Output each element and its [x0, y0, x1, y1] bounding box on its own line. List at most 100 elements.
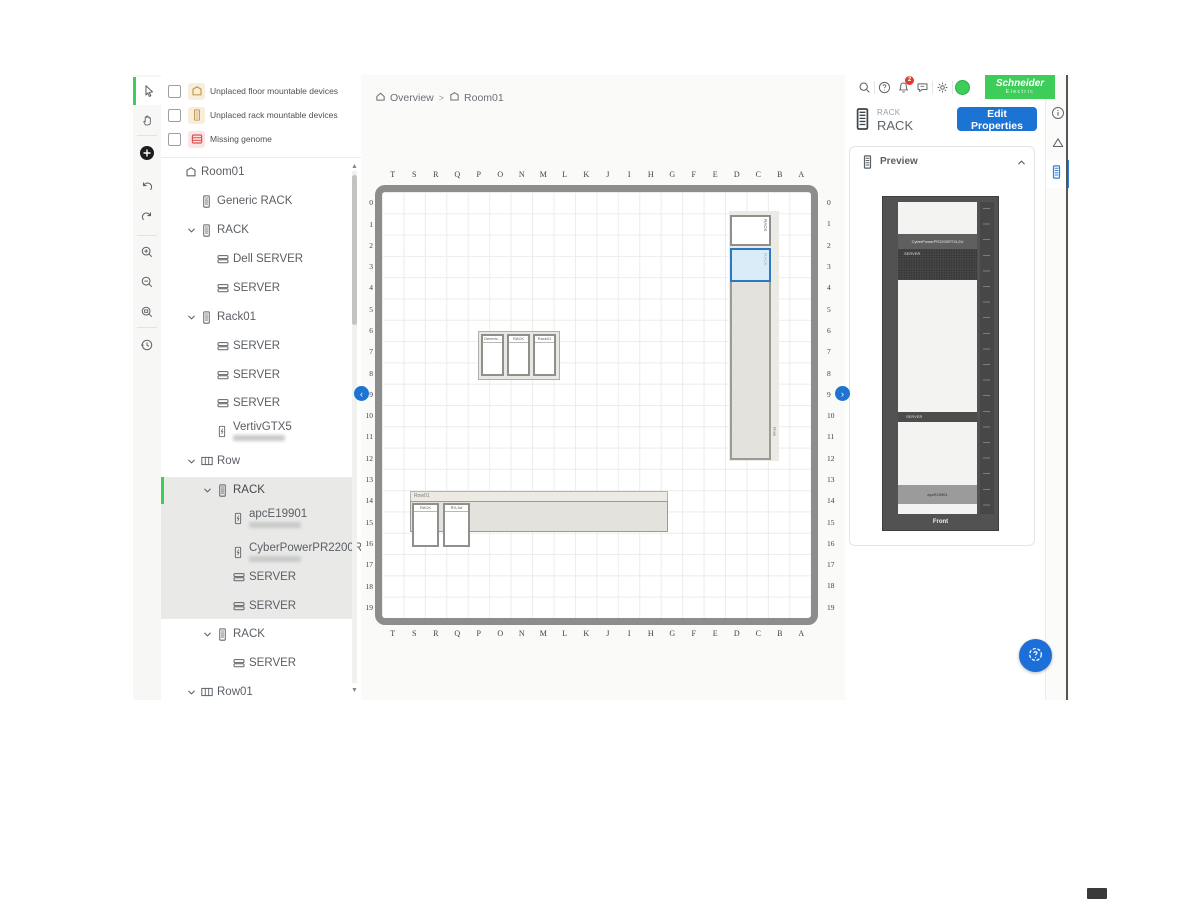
server-icon — [233, 600, 249, 612]
rack-group-object[interactable]: Generic...RACKRack01 — [478, 331, 560, 380]
bottom-row-title[interactable]: Row01 — [410, 491, 668, 501]
redo-icon — [140, 209, 154, 223]
row-label: 7 — [362, 341, 373, 362]
row-label: 3 — [827, 256, 841, 277]
zoom-out-button[interactable] — [133, 268, 161, 296]
row-label: 5 — [827, 298, 841, 319]
tree-item-server[interactable]: SERVER — [161, 593, 362, 619]
tree-item-label: SERVER — [233, 397, 280, 409]
tree-item-rack[interactable]: RACK — [161, 477, 362, 503]
account-button[interactable] — [953, 75, 972, 99]
rail-divider — [137, 235, 157, 236]
chevron-down-icon[interactable] — [202, 629, 217, 640]
inspector-panel: RACK RACK Edit Properties Preview CyberP… — [845, 75, 1045, 700]
rack-icon — [217, 628, 233, 641]
edit-properties-button[interactable]: Edit Properties — [957, 107, 1037, 131]
row-icon — [201, 455, 217, 467]
avatar — [955, 80, 970, 95]
tree-item-generic-rack[interactable]: Generic RACK — [161, 188, 362, 214]
breadcrumb-overview[interactable]: Overview — [390, 92, 434, 104]
row-body-object[interactable] — [730, 282, 771, 460]
chevron-down-icon[interactable] — [186, 312, 201, 323]
rack-object-rack01[interactable]: Rack01 — [533, 334, 556, 376]
assistant-fab[interactable] — [1019, 639, 1052, 672]
scrollbar-down-arrow[interactable]: ▼ — [350, 686, 359, 695]
tree-item-row[interactable]: Row — [161, 448, 362, 474]
notifications-button[interactable]: 2 — [894, 75, 913, 99]
row-label: 13 — [362, 469, 373, 490]
tree-item-server[interactable]: SERVER — [161, 650, 362, 676]
rack-object-rack[interactable]: RACK — [507, 334, 530, 376]
add-tool-button[interactable] — [133, 139, 161, 167]
column-label: G — [662, 170, 684, 182]
column-label: K — [576, 629, 598, 641]
preview-device-cyberpower[interactable]: CyberPowerPR2200RTXL2U — [898, 234, 977, 249]
cursor-icon — [142, 84, 156, 98]
collapse-inspector-arrow[interactable]: › — [835, 386, 850, 401]
tree-item-label: SERVER — [233, 282, 280, 294]
tree-item-server[interactable]: SERVER — [161, 275, 362, 301]
row-labels-right: 012345678910111213141516171819 — [827, 192, 841, 618]
chevron-up-icon[interactable] — [1016, 155, 1027, 173]
scrollbar-up-arrow[interactable]: ▲ — [350, 162, 359, 171]
settings-button[interactable] — [933, 75, 952, 99]
tree-item-vertivgtx5[interactable]: VertivGTX5 — [161, 414, 362, 448]
tree-item-server[interactable]: SERVER — [161, 333, 362, 359]
tree-item-server[interactable]: SERVER — [161, 564, 362, 590]
filter-item-missing-genome[interactable]: Missing genome — [161, 127, 361, 151]
row-label: 6 — [362, 320, 373, 341]
rack-object[interactable]: RACK — [730, 215, 771, 246]
preview-device-server[interactable]: SERVER — [898, 412, 977, 422]
preview-device-apc[interactable]: apcE19901 — [898, 485, 977, 504]
feedback-button[interactable] — [913, 75, 932, 99]
zoom-fit-button[interactable] — [133, 298, 161, 326]
tree-item-room01[interactable]: Room01 — [161, 159, 362, 185]
column-label: C — [748, 170, 770, 182]
chevron-down-icon[interactable] — [186, 687, 201, 698]
select-tool-button[interactable] — [133, 77, 161, 105]
chevron-down-icon[interactable] — [186, 225, 201, 236]
filter-item-unplaced-rack-mountable-devices[interactable]: Unplaced rack mountable devices — [161, 103, 361, 127]
rack-object-rv-jsf[interactable]: RV-Jsf — [443, 503, 470, 547]
tree-item-dell-server[interactable]: Dell SERVER — [161, 246, 362, 272]
filter-checkbox[interactable] — [168, 85, 181, 98]
tree-item-rack[interactable]: RACK — [161, 217, 362, 243]
preview-device-server[interactable]: SERVER — [898, 249, 977, 280]
column-label: B — [769, 629, 791, 641]
preview-header[interactable]: Preview — [850, 147, 1034, 177]
scrollbar-thumb[interactable] — [352, 175, 357, 325]
help-button[interactable] — [875, 75, 894, 99]
history-button[interactable] — [133, 331, 161, 359]
chevron-down-icon[interactable] — [186, 456, 201, 467]
undo-button[interactable] — [133, 172, 161, 200]
tree-item-apce19901[interactable]: apcE19901 — [161, 501, 362, 535]
filter-label: Missing genome — [210, 134, 272, 144]
filter-checkbox[interactable] — [168, 109, 181, 122]
tree-item-rack[interactable]: RACK — [161, 621, 362, 647]
tree-item-row01[interactable]: Row01 — [161, 679, 362, 700]
redo-button[interactable] — [133, 202, 161, 230]
rack-object-selected[interactable]: RACK — [730, 248, 771, 282]
filter-checkbox[interactable] — [168, 133, 181, 146]
redacted-subtext — [249, 556, 301, 562]
tree-item-rack01[interactable]: Rack01 — [161, 304, 362, 330]
chevron-down-icon[interactable] — [202, 485, 217, 496]
screen-artifact — [1087, 888, 1107, 899]
row-label: 12 — [362, 448, 373, 469]
tree-item-server[interactable]: SERVER — [161, 390, 362, 416]
tree-item-label: SERVER — [233, 340, 280, 352]
rack-object-generic[interactable]: Generic... — [481, 334, 504, 376]
column-label: Q — [447, 170, 469, 182]
room-floor[interactable]: RACK RACK Row Generic...RACKRack01 Row01… — [375, 185, 818, 625]
pan-tool-button[interactable] — [133, 106, 161, 134]
search-button[interactable] — [855, 75, 874, 99]
rack-object-rack[interactable]: RACK — [412, 503, 439, 547]
column-label: L — [554, 170, 576, 182]
collapse-sidebar-arrow[interactable]: ‹ — [354, 386, 369, 401]
filter-item-unplaced-floor-mountable-devices[interactable]: Unplaced floor mountable devices — [161, 79, 361, 103]
zoom-in-button[interactable] — [133, 238, 161, 266]
undo-icon — [140, 179, 154, 193]
tree-item-server[interactable]: SERVER — [161, 362, 362, 388]
column-label: J — [597, 170, 619, 182]
redacted-subtext — [233, 435, 285, 441]
